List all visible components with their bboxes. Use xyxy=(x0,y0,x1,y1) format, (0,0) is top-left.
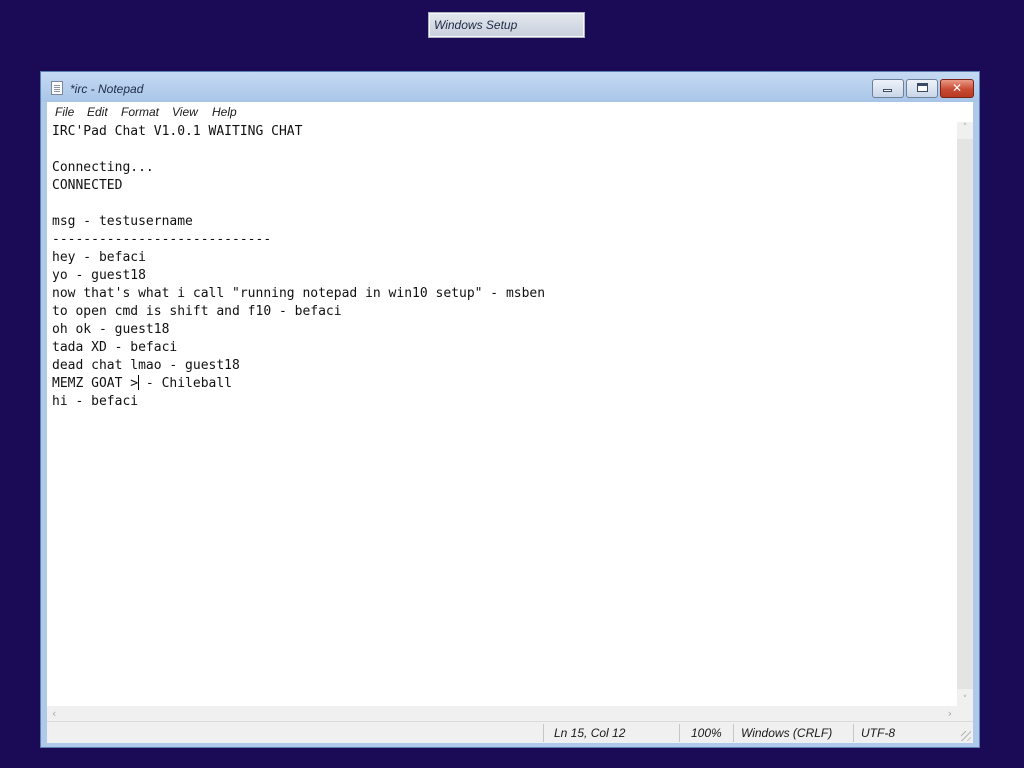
menu-help[interactable]: Help xyxy=(212,105,237,119)
text-line: Connecting... xyxy=(52,160,154,175)
text-line: hey - befaci xyxy=(52,250,146,265)
zoom-level: 100% xyxy=(691,726,722,740)
text-line: IRC'Pad Chat V1.0.1 WAITING CHAT xyxy=(52,124,303,139)
text-line: MEMZ GOAT > xyxy=(52,376,139,391)
window-title: *irc - Notepad xyxy=(70,82,144,96)
text-line: ---------------------------- xyxy=(52,232,272,247)
status-divider xyxy=(853,724,854,742)
menu-view[interactable]: View xyxy=(172,105,198,119)
editor-text[interactable]: IRC'Pad Chat V1.0.1 WAITING CHAT Connect… xyxy=(52,123,957,706)
windows-setup-button[interactable]: Windows Setup xyxy=(428,12,585,38)
scroll-right-icon[interactable]: › xyxy=(948,706,952,721)
text-editor[interactable]: IRC'Pad Chat V1.0.1 WAITING CHAT Connect… xyxy=(47,122,957,706)
scroll-left-icon[interactable]: ‹ xyxy=(52,706,56,721)
vertical-scroll-thumb[interactable] xyxy=(957,139,973,689)
notepad-icon xyxy=(51,81,63,95)
text-line-rest: - Chileball xyxy=(138,376,233,391)
minimize-icon xyxy=(883,89,892,92)
text-line: CONNECTED xyxy=(52,178,123,193)
line-ending: Windows (CRLF) xyxy=(741,726,833,740)
maximize-button[interactable] xyxy=(906,79,938,98)
menu-format[interactable]: Format xyxy=(121,105,159,119)
status-divider xyxy=(733,724,734,742)
text-line: msg - testusername xyxy=(52,214,193,229)
text-line: to open cmd is shift and f10 - befaci xyxy=(52,304,342,319)
resize-grip-icon[interactable] xyxy=(961,731,971,741)
text-line: hi - befaci xyxy=(52,394,139,409)
text-line: yo - guest18 xyxy=(52,268,146,283)
menu-edit[interactable]: Edit xyxy=(87,105,108,119)
scroll-up-icon[interactable]: ˄ xyxy=(957,123,973,133)
vertical-scrollbar[interactable]: ˄ ˅ xyxy=(957,122,973,706)
text-line: dead chat lmao - guest18 xyxy=(52,358,240,373)
encoding: UTF-8 xyxy=(861,726,895,740)
menu-file[interactable]: File xyxy=(55,105,74,119)
title-bar[interactable]: *irc - Notepad ✕ xyxy=(41,72,979,102)
close-icon: ✕ xyxy=(951,81,963,95)
close-button[interactable]: ✕ xyxy=(940,79,974,98)
notepad-client: File Edit Format View Help IRC'Pad Chat … xyxy=(47,102,973,743)
scroll-down-icon[interactable]: ˅ xyxy=(957,695,973,705)
text-line: tada XD - befaci xyxy=(52,340,178,355)
status-divider xyxy=(679,724,680,742)
minimize-button[interactable] xyxy=(872,79,904,98)
maximize-icon xyxy=(917,83,928,92)
scrollbar-corner xyxy=(957,706,973,721)
notepad-window: *irc - Notepad ✕ File Edit Format View H… xyxy=(40,71,980,748)
status-bar: Ln 15, Col 12 100% Windows (CRLF) UTF-8 xyxy=(47,721,973,743)
menu-bar: File Edit Format View Help xyxy=(47,102,973,122)
text-line: now that's what i call "running notepad … xyxy=(52,286,546,301)
cursor-position: Ln 15, Col 12 xyxy=(554,726,626,740)
horizontal-scrollbar[interactable]: ‹ › xyxy=(47,706,957,721)
text-line: oh ok - guest18 xyxy=(52,322,170,337)
status-divider xyxy=(543,724,544,742)
